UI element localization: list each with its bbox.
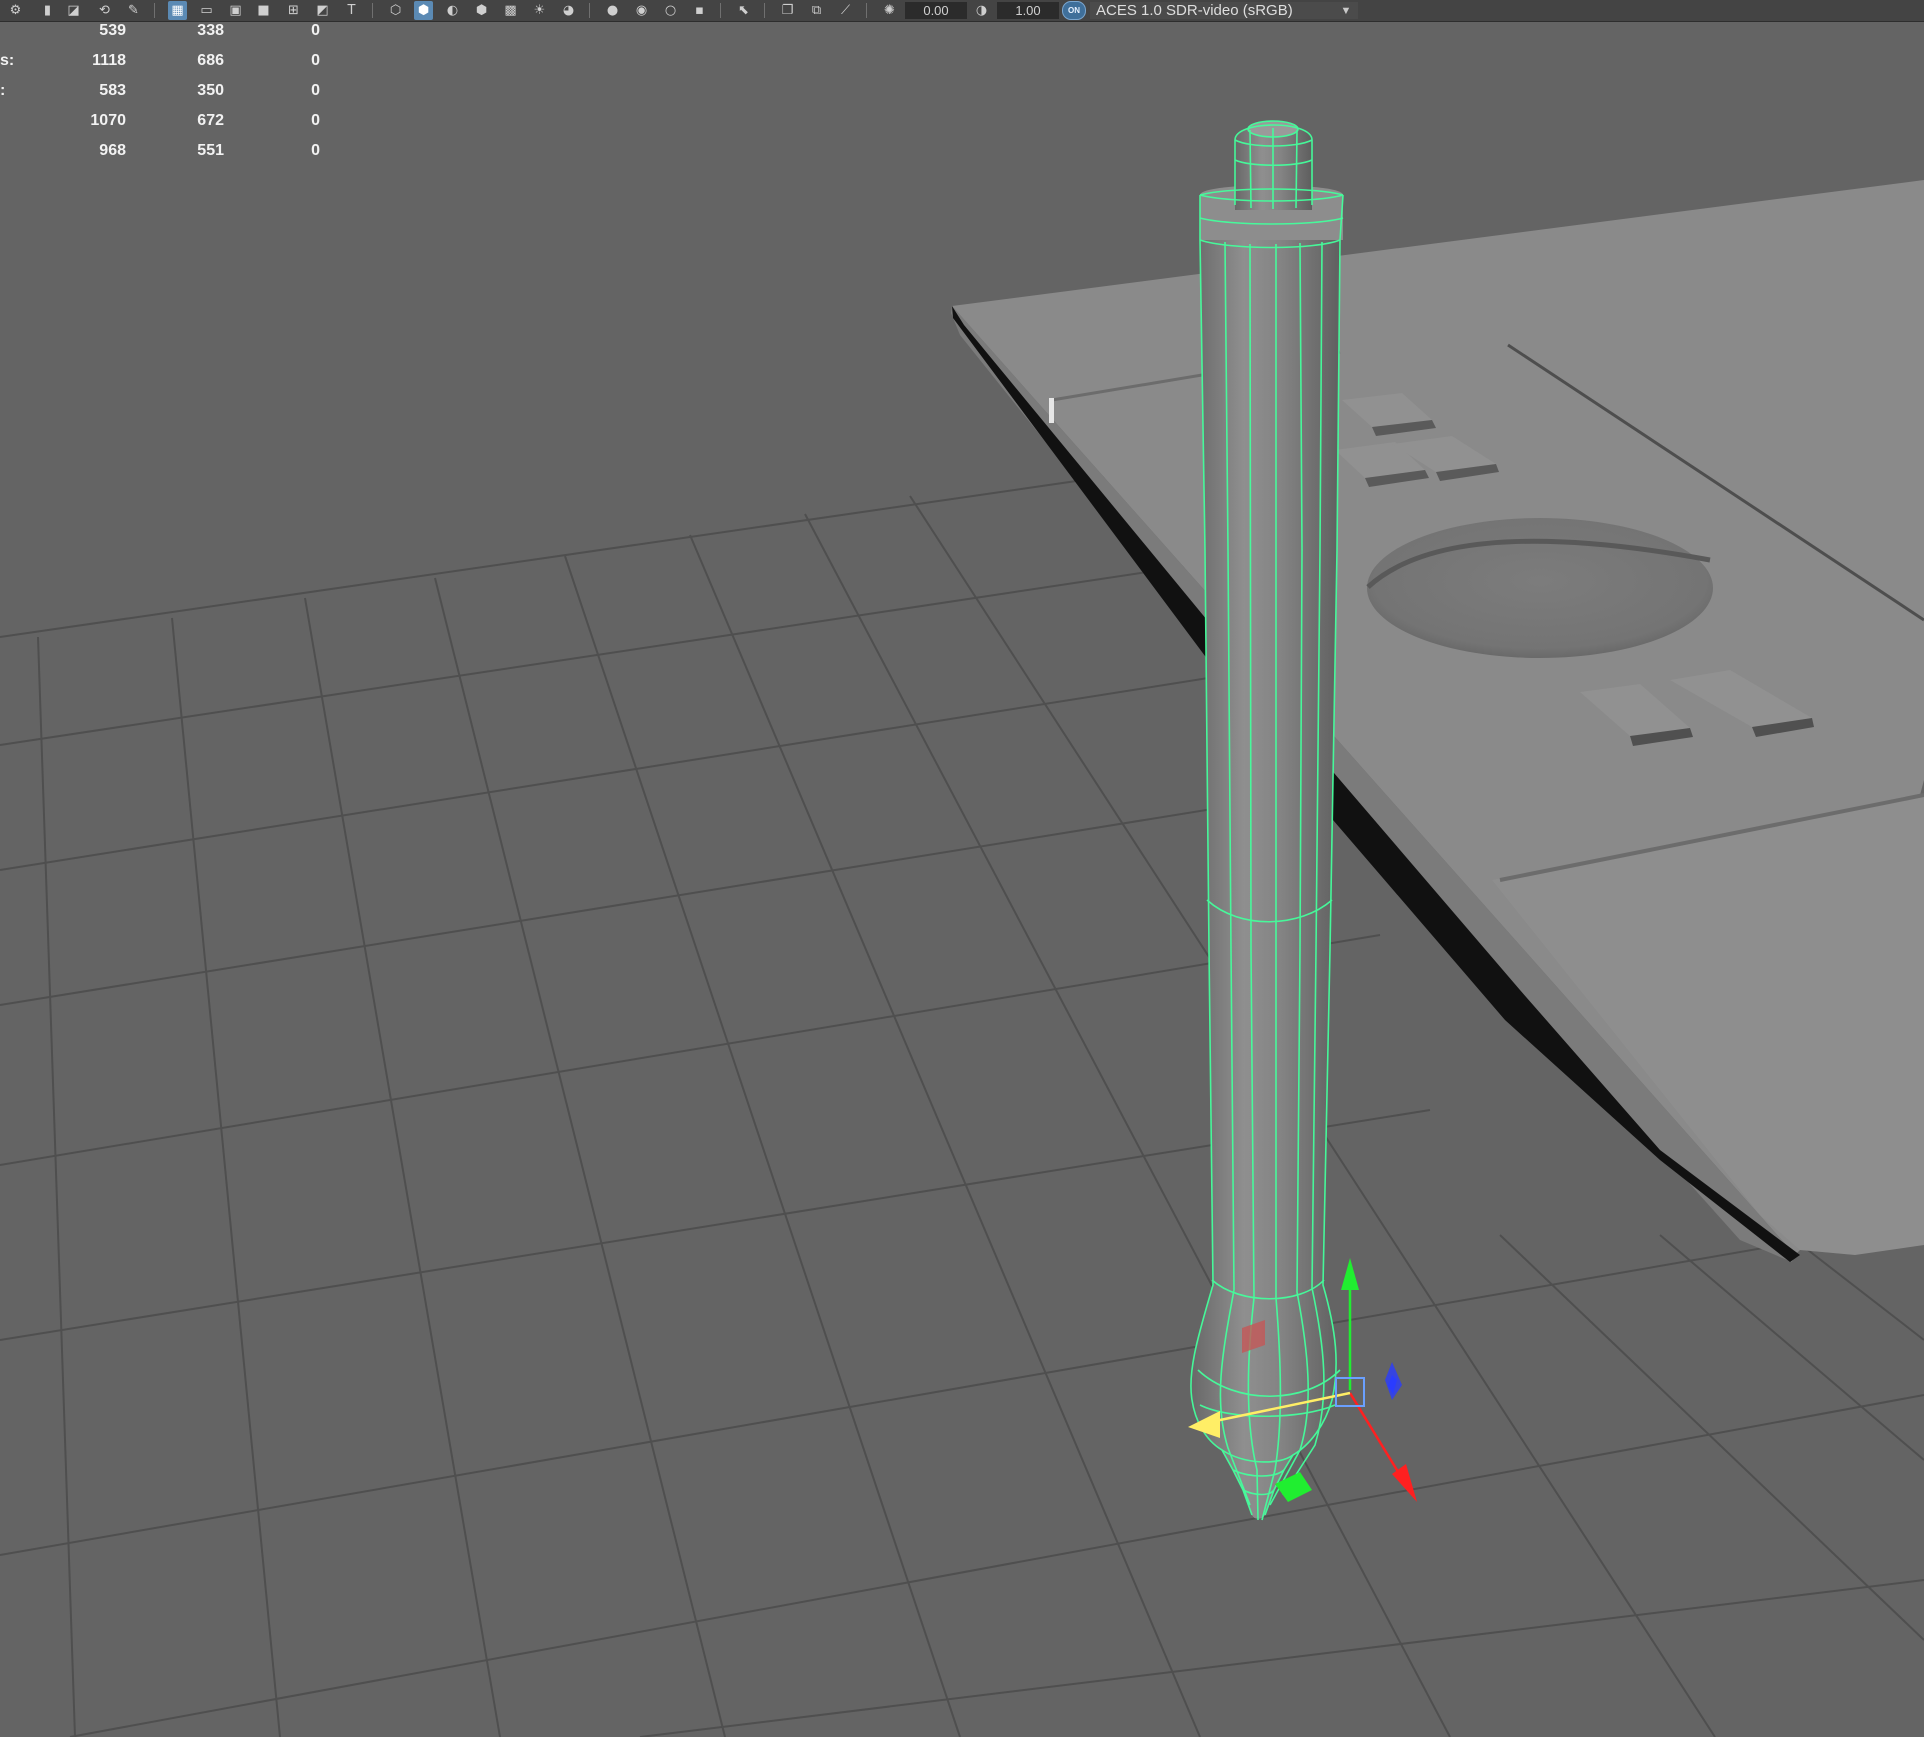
scene-view[interactable] [0,0,1924,1737]
hud-component-count: 0 [311,82,320,99]
xray-joints-icon[interactable]: ⟋ [836,1,855,20]
gamma-field[interactable]: 1.00 [997,2,1059,19]
toolbar-separator [720,3,721,18]
use-all-lights-icon[interactable]: ☀ [530,1,549,20]
resolution-gate-icon[interactable]: ▣ [226,1,245,20]
motion-blur-icon[interactable]: ◉ [632,1,651,20]
smooth-shade-icon[interactable]: ⬢ [414,1,433,20]
hud-component-count: 0 [311,52,320,69]
toolbar-separator [866,3,867,18]
hud-row-label: s: [0,52,15,69]
color-management-toggle[interactable]: ON [1062,1,1086,20]
shadows-icon[interactable]: ◕ [559,1,578,20]
grease-pencil-icon[interactable]: ✎ [124,1,143,20]
toolbar-separator [764,3,765,18]
screen-space-ao-icon[interactable]: ● [603,1,622,20]
safe-action-icon[interactable]: ◩ [313,1,332,20]
toolbar-separator [589,3,590,18]
xray-active-components-icon[interactable]: ⧉ [807,1,826,20]
gate-mask-icon[interactable]: ■ [254,1,273,20]
bookmark-icon[interactable]: ▮ [38,1,57,20]
textured-icon[interactable]: ▩ [501,1,520,20]
hud-object-count: 1070 [90,112,126,129]
image-plane-icon[interactable]: ◪ [64,1,83,20]
wireframe-icon[interactable]: ⬡ [386,1,405,20]
color-space-select[interactable]: ACES 1.0 SDR-video (sRGB) [1090,2,1358,19]
wireframe-on-shaded-icon[interactable]: ⬢ [472,1,491,20]
isolate-select-icon[interactable]: ⬉ [734,1,753,20]
hud-selected-count: 338 [197,22,224,39]
hud-object-count: 1118 [92,52,126,69]
anti-aliasing-icon[interactable]: ○ [661,1,680,20]
hud-component-count: 0 [311,112,320,129]
field-chart-icon[interactable]: ⊞ [284,1,303,20]
camera-attributes-icon[interactable]: ⚙ [6,1,25,20]
hud-selected-count: 672 [197,112,224,129]
grid-icon[interactable]: ▦ [168,1,187,20]
hud-selected-count: 551 [197,142,224,159]
toolbar-separator [154,3,155,18]
film-gate-icon[interactable]: ▭ [197,1,216,20]
selected-stylus-mesh[interactable] [1190,120,1344,1521]
exposure-field[interactable]: 0.00 [905,2,967,19]
viewport-panel[interactable]: ⚙ ▮ ◪ ⟲ ✎ ▦ ▭ ▣ ■ ⊞ ◩ T ⬡ ⬢ ◐ ⬢ ▩ ☀ ◕ ● … [0,0,1924,1737]
hud-selected-count: 686 [197,52,224,69]
hud-object-count: 968 [99,142,126,159]
use-default-material-icon[interactable]: ◐ [443,1,462,20]
viewport-toolbar: ⚙ ▮ ◪ ⟲ ✎ ▦ ▭ ▣ ■ ⊞ ◩ T ⬡ ⬢ ◐ ⬢ ▩ ☀ ◕ ● … [0,0,1924,22]
depth-of-field-icon[interactable]: ▪ [690,1,709,20]
chevron-down-icon[interactable]: ▼ [1335,2,1357,19]
toolbar-separator [372,3,373,18]
gamma-icon[interactable]: ◑ [972,1,991,20]
hud-selected-count: 350 [197,82,224,99]
hud-object-count: 539 [99,22,126,39]
xray-icon[interactable]: ❐ [778,1,797,20]
hud-component-count: 0 [311,142,320,159]
exposure-icon[interactable]: ✺ [880,1,899,20]
hud-object-count: 583 [99,82,126,99]
hud-row-label: : [0,82,6,99]
safe-title-icon[interactable]: T [342,1,361,20]
hud-component-count: 0 [311,22,320,39]
2d-pan-zoom-icon[interactable]: ⟲ [95,1,114,20]
